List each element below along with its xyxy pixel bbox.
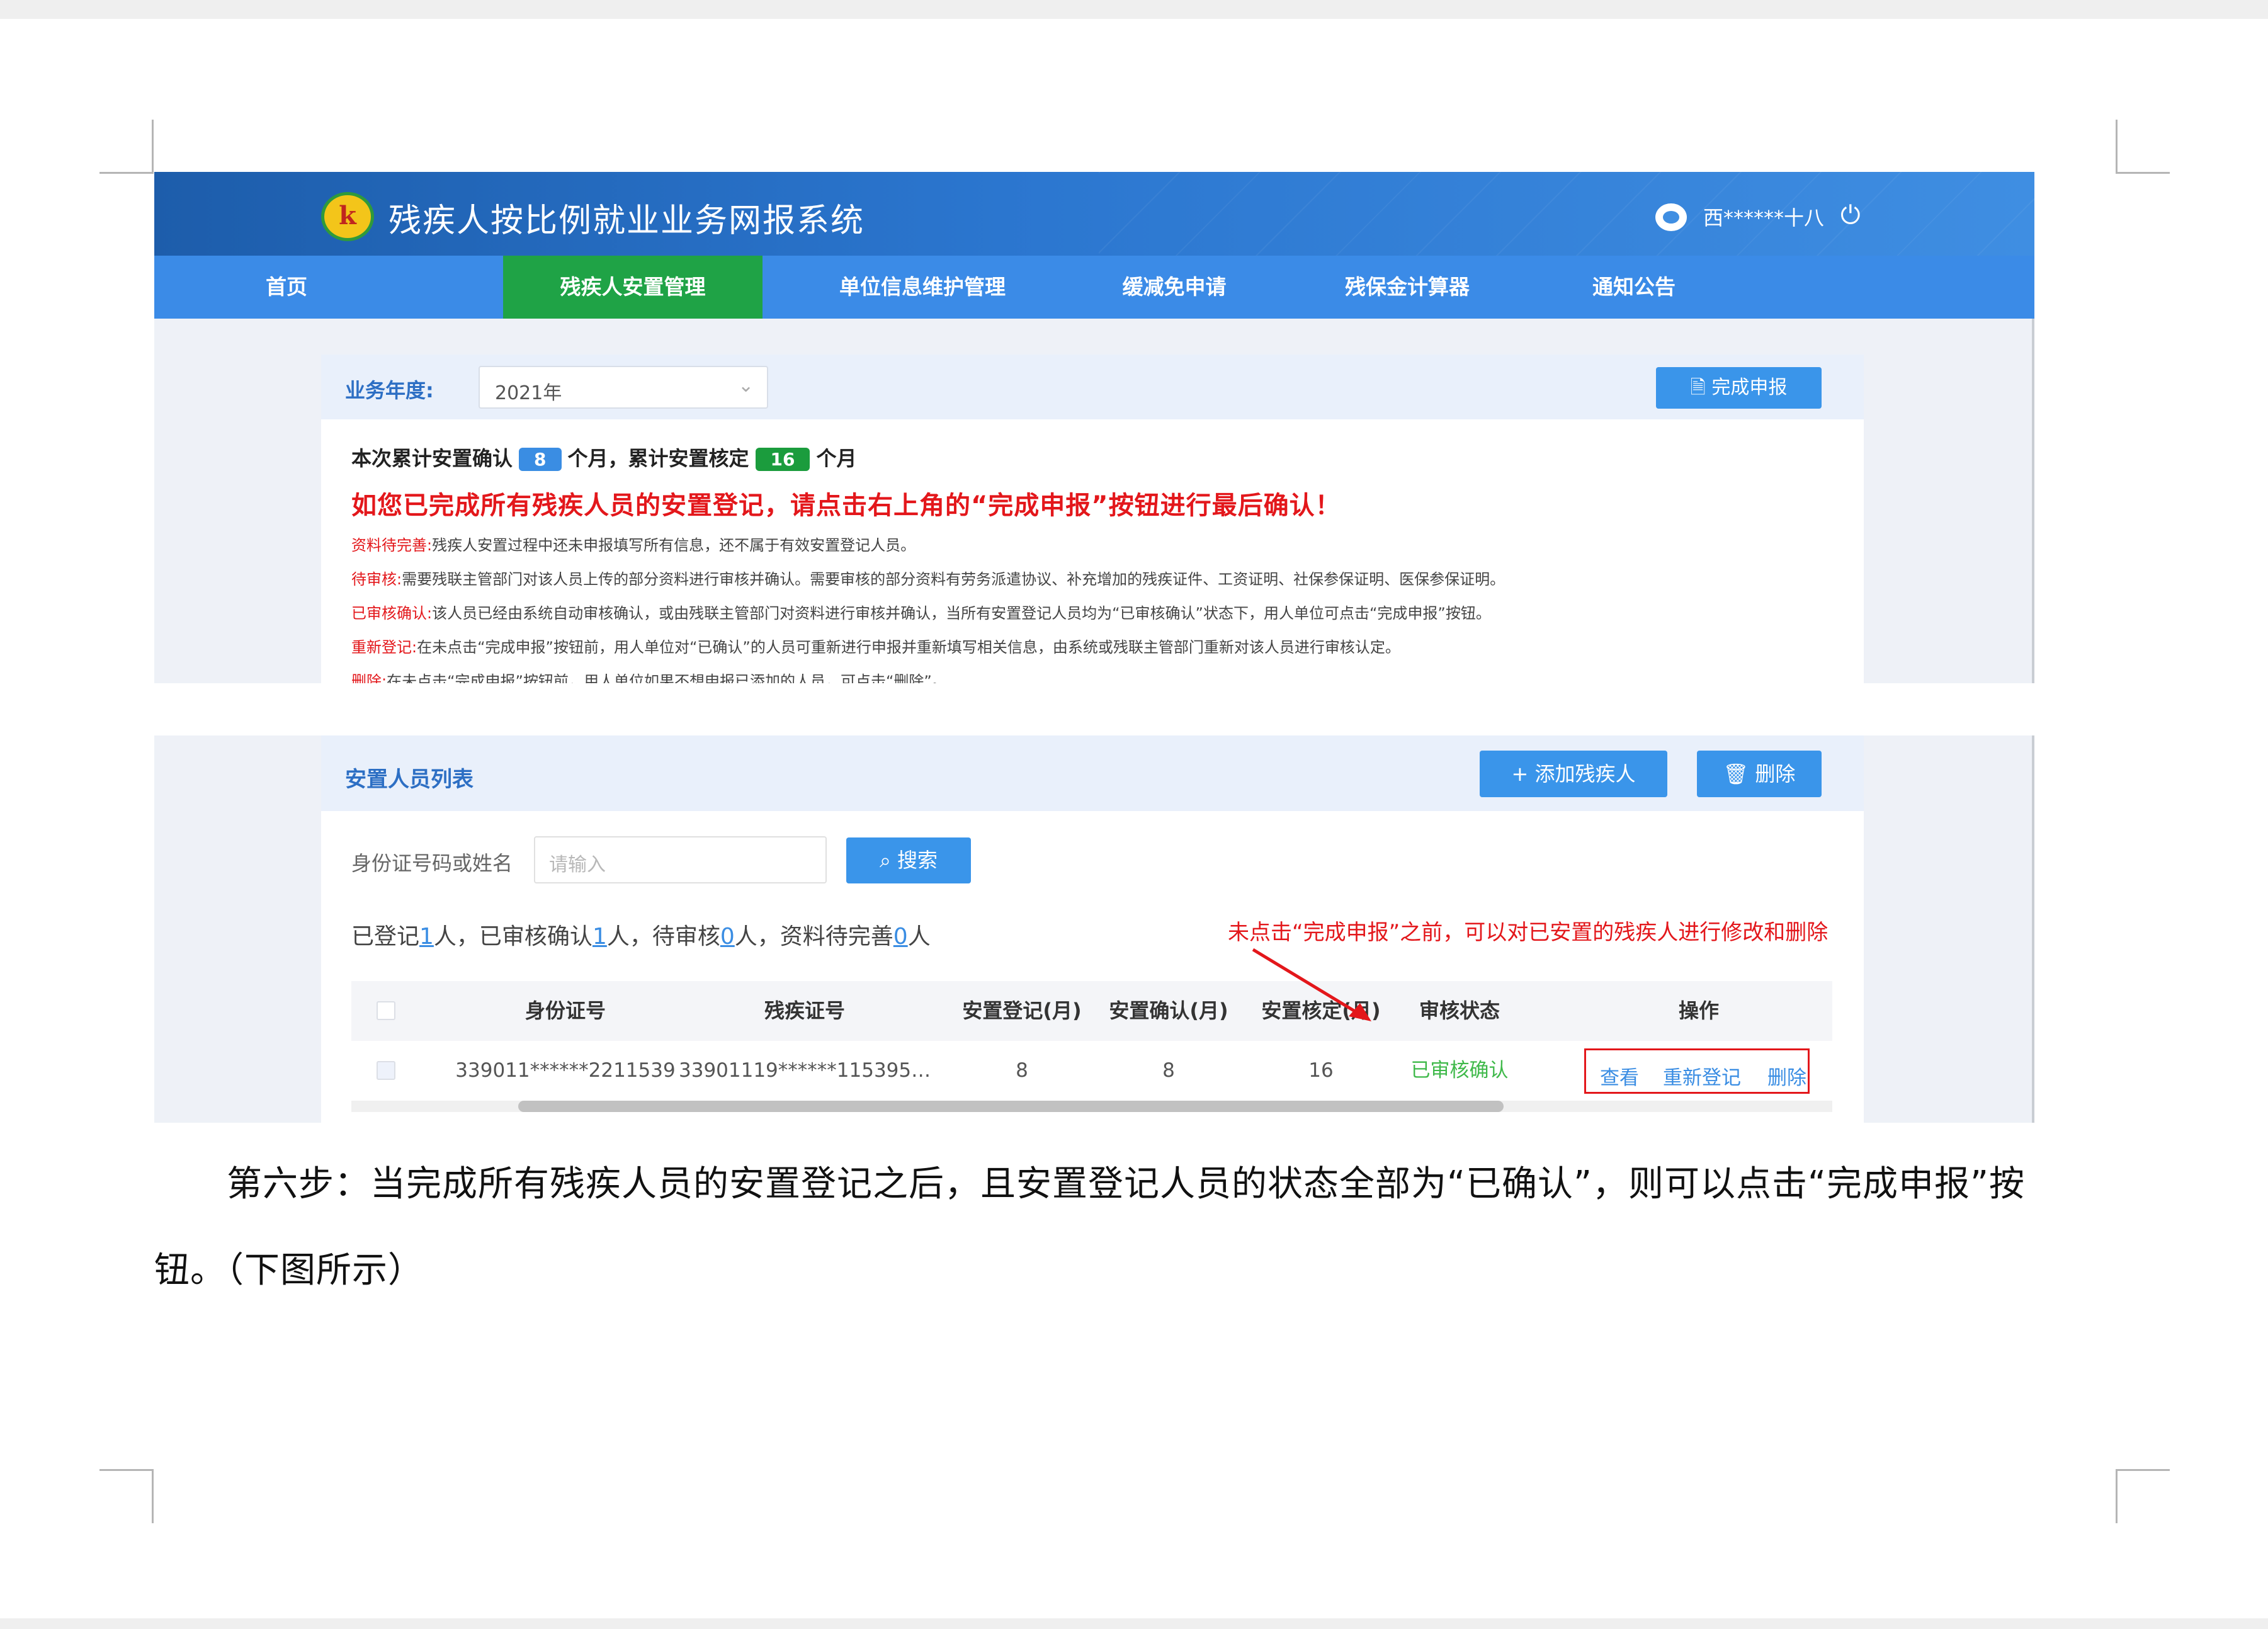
annotation-arrow-icon bbox=[1252, 948, 1371, 1021]
page-corner-mark bbox=[99, 1469, 154, 1523]
summary-mid: 个月，累计安置核定 bbox=[567, 446, 749, 470]
note-key: 重新登记: bbox=[351, 639, 417, 656]
page-corner-mark bbox=[2116, 1469, 2170, 1523]
nav-reduction[interactable]: 缓减免申请 bbox=[1080, 256, 1269, 319]
user-avatar-icon[interactable] bbox=[1655, 203, 1687, 231]
main-nav: 首页 残疾人安置管理 单位信息维护管理 缓减免申请 残保金计算器 通知公告 bbox=[154, 256, 2034, 319]
screenshot-placement-list: 安置人员列表 + 添加残疾人 🗑 删除 身份证号码或姓名 请输入 ⌕ 搜索 已登… bbox=[154, 735, 2034, 1123]
scrollbar-edge bbox=[2032, 319, 2034, 683]
note-text: 需要残联主管部门对该人员上传的部分资料进行审核并确认。需要审核的部分资料有劳务派… bbox=[402, 570, 1505, 588]
warning-message: 如您已完成所有残疾人员的安置登记，请点击右上角的“完成申报”按钮进行最后确认！ bbox=[351, 491, 1341, 520]
note-pending-info: 资料待完善:残疾人安置过程中还未申报填写所有信息，还不属于有效安置登记人员。 bbox=[351, 533, 916, 555]
summary-line: 本次累计安置确认 8 个月，累计安置核定 16 个月 bbox=[351, 443, 857, 472]
app-title: 残疾人按比例就业业务网报系统 bbox=[388, 202, 865, 240]
nav-calculator[interactable]: 残保金计算器 bbox=[1300, 256, 1514, 319]
confirm-months-badge: 8 bbox=[519, 448, 562, 471]
declaration-panel: 业务年度: 2021年 ⌄ 🗎 完成申报 本次累计安置确认 8 个月，累计安置核定 1… bbox=[321, 355, 1864, 683]
page-corner-mark bbox=[2116, 120, 2170, 174]
step-six-paragraph: 第六步：当完成所有残疾人员的安置登记之后，且安置登记人员的状态全部为“已确认”，… bbox=[227, 1164, 2026, 1205]
note-key: 删除: bbox=[351, 673, 387, 683]
chevron-down-icon: ⌄ bbox=[738, 375, 754, 397]
app-logo: k bbox=[321, 192, 374, 241]
note-text: 在未点击“完成申报”按钮前，用人单位如果不想申报已添加的人员，可点击“删除”。 bbox=[387, 673, 947, 683]
step-six-paragraph-continued: 钮。（下图所示） bbox=[154, 1250, 424, 1291]
note-confirmed: 已审核确认:该人员已经由系统自动审核确认，或由残联主管部门对资料进行审核并确认，… bbox=[351, 601, 1491, 623]
power-icon[interactable]: ⏻ bbox=[1840, 201, 1861, 230]
year-bar: 业务年度: 2021年 ⌄ 🗎 完成申报 bbox=[321, 355, 1864, 419]
note-text: 残疾人安置过程中还未申报填写所有信息，还不属于有效安置登记人员。 bbox=[432, 536, 916, 554]
user-name[interactable]: 西******十八 bbox=[1703, 202, 1824, 231]
year-value: 2021年 bbox=[495, 382, 562, 404]
scrollbar-edge bbox=[2032, 735, 2034, 1123]
year-select[interactable]: 2021年 ⌄ bbox=[479, 366, 768, 409]
nav-notice[interactable]: 通知公告 bbox=[1539, 256, 1728, 319]
note-key: 已审核确认: bbox=[351, 604, 433, 622]
placement-list-panel: 安置人员列表 + 添加残疾人 🗑 删除 身份证号码或姓名 请输入 ⌕ 搜索 已登… bbox=[321, 735, 1864, 1123]
nav-placement[interactable]: 残疾人安置管理 bbox=[503, 256, 763, 319]
finish-declaration-button[interactable]: 🗎 完成申报 bbox=[1656, 367, 1822, 409]
screenshot-declaration-page: k 残疾人按比例就业业务网报系统 西******十八 ⏻ 首页 残疾人安置管理 … bbox=[154, 172, 2034, 683]
summary-suffix: 个月 bbox=[816, 446, 857, 470]
finish-declaration-label: 完成申报 bbox=[1711, 377, 1788, 399]
summary-prefix: 本次累计安置确认 bbox=[351, 446, 513, 470]
document-icon: 🗎 bbox=[1690, 377, 1712, 399]
page-corner-mark bbox=[99, 120, 154, 174]
note-text: 该人员已经由系统自动审核确认，或由残联主管部门对资料进行审核并确认，当所有安置登… bbox=[432, 604, 1491, 622]
note-key: 资料待完善: bbox=[351, 536, 433, 554]
nav-unit-info[interactable]: 单位信息维护管理 bbox=[784, 256, 1061, 319]
note-reregister: 重新登记:在未点击“完成申报”按钮前，用人单位对“已确认”的人员可重新进行申报并… bbox=[351, 635, 1400, 657]
note-pending-review: 待审核:需要残联主管部门对该人员上传的部分资料进行审核并确认。需要审核的部分资料… bbox=[351, 567, 1505, 589]
nav-home[interactable]: 首页 bbox=[205, 256, 368, 319]
approve-months-badge: 16 bbox=[755, 448, 810, 471]
year-label: 业务年度: bbox=[345, 378, 434, 402]
note-text: 在未点击“完成申报”按钮前，用人单位对“已确认”的人员可重新进行申报并重新填写相… bbox=[417, 639, 1400, 656]
note-delete: 删除:在未点击“完成申报”按钮前，用人单位如果不想申报已添加的人员，可点击“删除… bbox=[351, 669, 947, 683]
note-key: 待审核: bbox=[351, 570, 402, 588]
